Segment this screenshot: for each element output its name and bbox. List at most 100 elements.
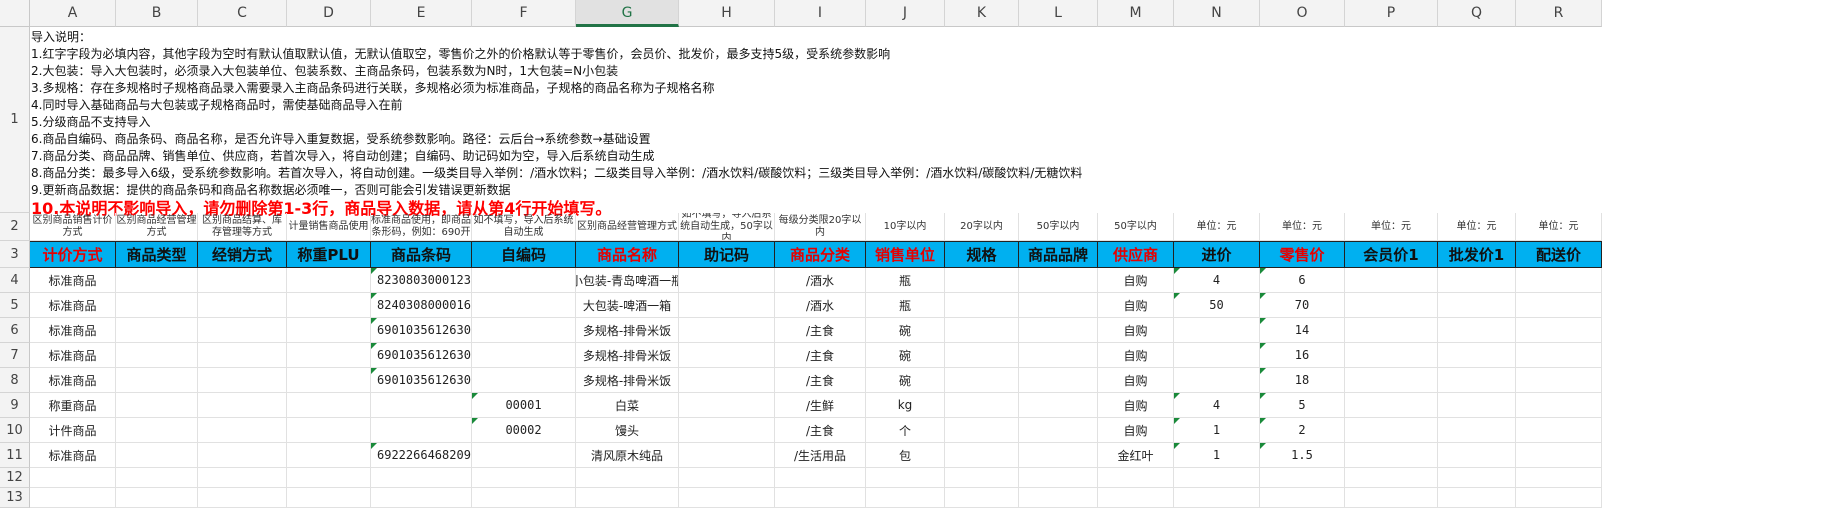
data-cell[interactable] (945, 418, 1019, 443)
data-cell[interactable] (1438, 393, 1516, 418)
row-header-6[interactable]: 6 (0, 318, 30, 343)
row-header-13[interactable]: 13 (0, 488, 30, 508)
data-cell[interactable]: 1 (1174, 443, 1260, 468)
data-cell[interactable] (198, 318, 287, 343)
hint-cell[interactable]: 单位：元 (1516, 213, 1602, 241)
data-cell[interactable] (945, 443, 1019, 468)
data-cell[interactable] (1516, 368, 1602, 393)
data-cell[interactable]: 瓶 (866, 268, 945, 293)
data-cell[interactable] (679, 318, 775, 343)
hint-cell[interactable]: 10字以内 (866, 213, 945, 241)
data-cell[interactable] (472, 368, 576, 393)
empty-cell[interactable] (30, 468, 116, 488)
column-header-n[interactable]: N (1174, 0, 1260, 27)
empty-cell[interactable] (866, 488, 945, 508)
field-header[interactable]: 自编码 (472, 241, 576, 268)
empty-cell[interactable] (198, 488, 287, 508)
data-cell[interactable] (1019, 443, 1098, 468)
row-header-2[interactable]: 2 (0, 213, 30, 241)
row-header-1[interactable]: 1 (0, 27, 30, 213)
data-cell[interactable] (198, 368, 287, 393)
field-header[interactable]: 商品类型 (116, 241, 198, 268)
hint-cell[interactable]: 计量销售商品使用 (287, 213, 371, 241)
data-cell[interactable] (1516, 443, 1602, 468)
field-header[interactable]: 会员价1 (1345, 241, 1438, 268)
empty-cell[interactable] (679, 488, 775, 508)
data-cell[interactable]: 多规格-排骨米饭 (576, 343, 679, 368)
data-cell[interactable]: 6901035612630 (371, 343, 472, 368)
hint-cell[interactable]: 区别商品经营管理方式 (576, 213, 679, 241)
data-cell[interactable]: 称重商品 (30, 393, 116, 418)
data-cell[interactable] (1174, 343, 1260, 368)
data-cell[interactable]: 自购 (1098, 418, 1174, 443)
data-cell[interactable] (1516, 318, 1602, 343)
data-cell[interactable]: 50 (1174, 293, 1260, 318)
data-cell[interactable]: 6922266468209 (371, 443, 472, 468)
empty-cell[interactable] (1438, 488, 1516, 508)
empty-cell[interactable] (30, 488, 116, 508)
empty-cell[interactable] (116, 488, 198, 508)
empty-cell[interactable] (1019, 488, 1098, 508)
data-cell[interactable]: 1 (1174, 418, 1260, 443)
data-cell[interactable] (1019, 418, 1098, 443)
data-cell[interactable] (371, 393, 472, 418)
data-cell[interactable]: 自购 (1098, 293, 1174, 318)
data-cell[interactable]: 6901035612630 (371, 318, 472, 343)
data-cell[interactable]: 2 (1260, 418, 1345, 443)
data-cell[interactable] (287, 318, 371, 343)
data-cell[interactable] (472, 343, 576, 368)
field-header[interactable]: 称重PLU (287, 241, 371, 268)
empty-cell[interactable] (1516, 468, 1602, 488)
data-cell[interactable] (945, 293, 1019, 318)
data-cell[interactable]: 1.5 (1260, 443, 1345, 468)
hint-cell[interactable]: 标准商品使用，即商品条形码，例如：690开 (371, 213, 472, 241)
data-cell[interactable] (1019, 343, 1098, 368)
data-cell[interactable] (679, 268, 775, 293)
data-cell[interactable] (1438, 418, 1516, 443)
field-header[interactable]: 商品品牌 (1019, 241, 1098, 268)
field-header[interactable]: 计价方式 (30, 241, 116, 268)
field-header[interactable]: 进价 (1174, 241, 1260, 268)
column-header-a[interactable]: A (30, 0, 116, 27)
data-cell[interactable] (116, 418, 198, 443)
data-cell[interactable]: 00002 (472, 418, 576, 443)
field-header[interactable]: 供应商 (1098, 241, 1174, 268)
data-cell[interactable] (1438, 343, 1516, 368)
data-cell[interactable] (198, 293, 287, 318)
data-cell[interactable]: 碗 (866, 368, 945, 393)
data-cell[interactable]: 16 (1260, 343, 1345, 368)
data-cell[interactable] (1345, 393, 1438, 418)
row-header-10[interactable]: 10 (0, 418, 30, 443)
data-cell[interactable] (679, 368, 775, 393)
data-cell[interactable] (198, 393, 287, 418)
empty-cell[interactable] (576, 488, 679, 508)
data-cell[interactable] (287, 393, 371, 418)
select-all-corner[interactable] (0, 0, 30, 27)
data-cell[interactable]: /主食 (775, 418, 866, 443)
empty-cell[interactable] (866, 468, 945, 488)
data-cell[interactable] (1174, 318, 1260, 343)
data-cell[interactable]: 14 (1260, 318, 1345, 343)
column-header-j[interactable]: J (866, 0, 945, 27)
data-cell[interactable] (116, 393, 198, 418)
empty-cell[interactable] (1438, 468, 1516, 488)
empty-cell[interactable] (945, 488, 1019, 508)
empty-cell[interactable] (1174, 468, 1260, 488)
data-cell[interactable] (1019, 318, 1098, 343)
empty-cell[interactable] (1260, 488, 1345, 508)
data-cell[interactable]: 馒头 (576, 418, 679, 443)
field-header[interactable]: 零售价 (1260, 241, 1345, 268)
data-cell[interactable]: /主食 (775, 368, 866, 393)
empty-cell[interactable] (1260, 468, 1345, 488)
hint-cell[interactable]: 20字以内 (945, 213, 1019, 241)
data-cell[interactable]: /生鲜 (775, 393, 866, 418)
data-cell[interactable] (1516, 393, 1602, 418)
data-cell[interactable]: 标准商品 (30, 293, 116, 318)
column-header-o[interactable]: O (1260, 0, 1345, 27)
field-header[interactable]: 批发价1 (1438, 241, 1516, 268)
data-cell[interactable] (1345, 268, 1438, 293)
empty-cell[interactable] (116, 468, 198, 488)
data-cell[interactable]: 标准商品 (30, 268, 116, 293)
data-cell[interactable]: /酒水 (775, 268, 866, 293)
data-cell[interactable] (198, 418, 287, 443)
